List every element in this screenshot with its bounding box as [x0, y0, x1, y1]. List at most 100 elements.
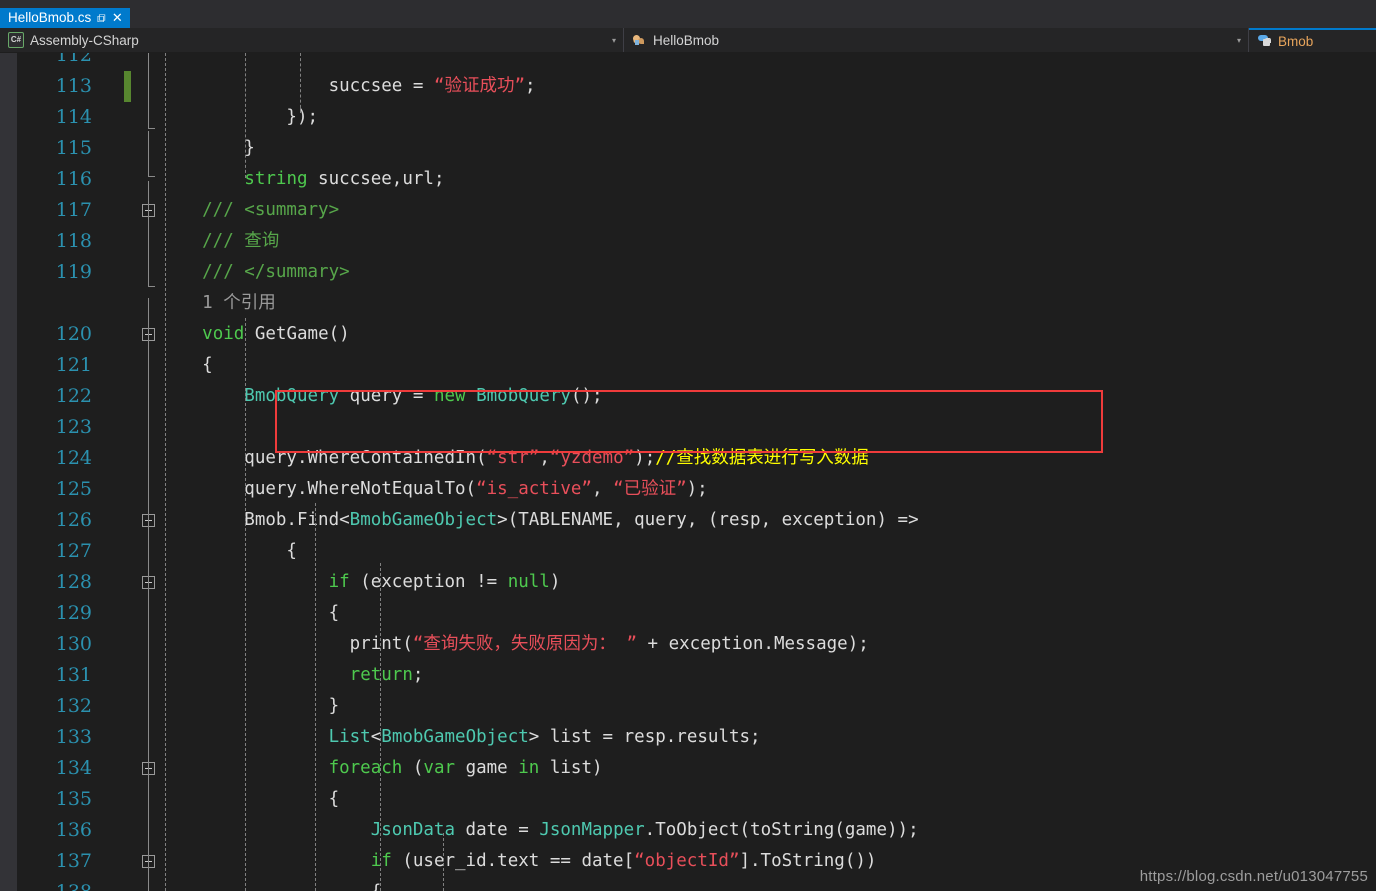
code-line[interactable]: 134 foreach (var game in list) [0, 753, 1376, 784]
code-line[interactable]: 118 /// 查询 [0, 226, 1376, 257]
line-number: 134 [55, 757, 92, 779]
code-line-text: /// </summary> [160, 262, 350, 282]
type-dropdown[interactable]: HelloBmob ▾ [624, 28, 1249, 52]
outlining-region-end [148, 176, 155, 177]
code-line[interactable]: 129 { [0, 598, 1376, 629]
code-line-text: /// 查询 [160, 231, 280, 251]
code-line-text: succsee = “验证成功”; [328, 76, 536, 96]
line-number: 127 [55, 540, 92, 562]
code-line-text: { [160, 355, 213, 375]
line-number: 121 [55, 354, 92, 376]
close-icon[interactable]: ✕ [112, 10, 123, 26]
outlining-region-line [148, 181, 149, 286]
line-number: 130 [55, 633, 92, 655]
code-line-text: Bmob.Find<BmobGameObject>(TABLENAME, que… [160, 510, 919, 530]
project-dropdown[interactable]: C# Assembly-CSharp ▾ [0, 28, 624, 52]
line-number: 122 [55, 385, 92, 407]
code-line[interactable]: 130 print(“查询失败，失败原因为： ” + exception.Mes… [0, 629, 1376, 660]
code-line-text: print(“查询失败，失败原因为： ” + exception.Message… [160, 634, 869, 654]
outlining-region-line [148, 298, 149, 891]
tab-title: HelloBmob.cs [8, 10, 92, 25]
code-line-text: 1 个引用 [160, 293, 276, 313]
line-number: 126 [55, 509, 92, 531]
code-line[interactable]: 125 query.WhereNotEqualTo(“is_active”, “… [0, 474, 1376, 505]
member-dropdown[interactable]: Bmob [1249, 28, 1376, 52]
code-line-text: } [160, 696, 340, 716]
line-number: 119 [55, 261, 92, 283]
code-line[interactable]: 120 void GetGame() [0, 319, 1376, 350]
line-number: 112 [55, 53, 92, 66]
chevron-down-icon[interactable]: ▾ [1237, 28, 1241, 52]
indent-guide [245, 318, 246, 891]
code-line[interactable]: 136 JsonData date = JsonMapper.ToObject(… [0, 815, 1376, 846]
csharp-project-icon: C# [8, 32, 24, 48]
outlining-region-end [148, 128, 155, 129]
code-line-text: foreach (var game in list) [328, 758, 603, 778]
code-line-text: { [160, 603, 340, 623]
line-number: 135 [55, 788, 92, 810]
code-text-area[interactable]: 112 113 succsee = “验证成功”; 114 }); 115 } 116 … [0, 53, 1376, 891]
line-number: 123 [55, 416, 92, 438]
document-tab-hellobmob[interactable]: HelloBmob.cs ⧉ ✕ [0, 8, 130, 28]
type-dropdown-label: HelloBmob [653, 32, 720, 48]
code-line[interactable]: 135 { [0, 784, 1376, 815]
code-line[interactable]: 121 { [0, 350, 1376, 381]
line-number: 124 [55, 447, 92, 469]
line-number: 137 [55, 850, 92, 872]
line-number: 131 [55, 664, 92, 686]
class-icon [632, 33, 647, 47]
chevron-down-icon[interactable]: ▾ [612, 28, 616, 52]
code-line-text: List<BmobGameObject> list = resp.results… [328, 727, 761, 747]
code-line[interactable]: 112 [0, 53, 1376, 71]
line-number: 132 [55, 695, 92, 717]
code-line[interactable]: 126 Bmob.Find<BmobGameObject>(TABLENAME,… [0, 505, 1376, 536]
change-marker [124, 71, 131, 102]
object-lock-icon [1257, 34, 1272, 48]
indent-guide [245, 53, 246, 178]
code-line[interactable]: 117 /// <summary> [0, 195, 1376, 226]
outlining-region-line [148, 53, 149, 128]
line-number: 138 [0, 877, 92, 891]
red-annotation-rectangle [275, 390, 1103, 453]
code-line-text: /// <summary> [160, 200, 340, 220]
code-line-text: if (exception != null) [328, 572, 561, 592]
line-number: 128 [55, 571, 92, 593]
code-line[interactable]: 133 List<BmobGameObject> list = resp.res… [0, 722, 1376, 753]
line-number: 120 [55, 323, 92, 345]
code-line-text: query.WhereNotEqualTo(“is_active”, “已验证”… [160, 479, 708, 499]
indent-guide [300, 53, 301, 113]
code-line[interactable]: 127 { [0, 536, 1376, 567]
line-number: 117 [55, 199, 92, 221]
code-line-text: { [160, 877, 382, 891]
code-line-text: if (user_id.text == date[“objectId”].ToS… [370, 851, 877, 871]
code-line-text: return; [349, 665, 424, 685]
code-line-text: } [160, 138, 255, 158]
code-line[interactable]: 114 }); [0, 102, 1376, 133]
code-line-text: }); [160, 107, 319, 127]
code-line[interactable]: 1 个引用 [0, 288, 1376, 319]
indent-guide [165, 53, 166, 891]
code-line[interactable]: 115 } [0, 133, 1376, 164]
line-number: 129 [55, 602, 92, 624]
code-line[interactable]: 119 /// </summary> [0, 257, 1376, 288]
code-line[interactable]: 131 return; [0, 660, 1376, 691]
line-number: 115 [55, 137, 92, 159]
line-number: 133 [55, 726, 92, 748]
code-line[interactable]: 132 } [0, 691, 1376, 722]
code-line[interactable]: 113 succsee = “验证成功”; [0, 71, 1376, 102]
outlining-region-line [148, 131, 149, 176]
code-line-text: { [160, 541, 297, 561]
code-editor[interactable]: 112 113 succsee = “验证成功”; 114 }); 115 } 116 … [0, 53, 1376, 891]
member-dropdown-label: Bmob [1278, 33, 1314, 49]
document-tab-strip: HelloBmob.cs ⧉ ✕ [0, 0, 1376, 28]
navigation-bar: C# Assembly-CSharp ▾ HelloBmob ▾ Bmob [0, 28, 1376, 53]
line-number: 136 [55, 819, 92, 841]
indent-guide [315, 503, 316, 891]
line-number: 125 [55, 478, 92, 500]
code-line[interactable]: 116 string succsee,url; [0, 164, 1376, 195]
indent-guide [443, 833, 444, 891]
pin-icon[interactable]: ⧉ [97, 11, 106, 26]
code-line[interactable]: 128 if (exception != null) [0, 567, 1376, 598]
line-number: 113 [55, 75, 92, 97]
code-line-text: JsonData date = JsonMapper.ToObject(toSt… [370, 820, 919, 840]
